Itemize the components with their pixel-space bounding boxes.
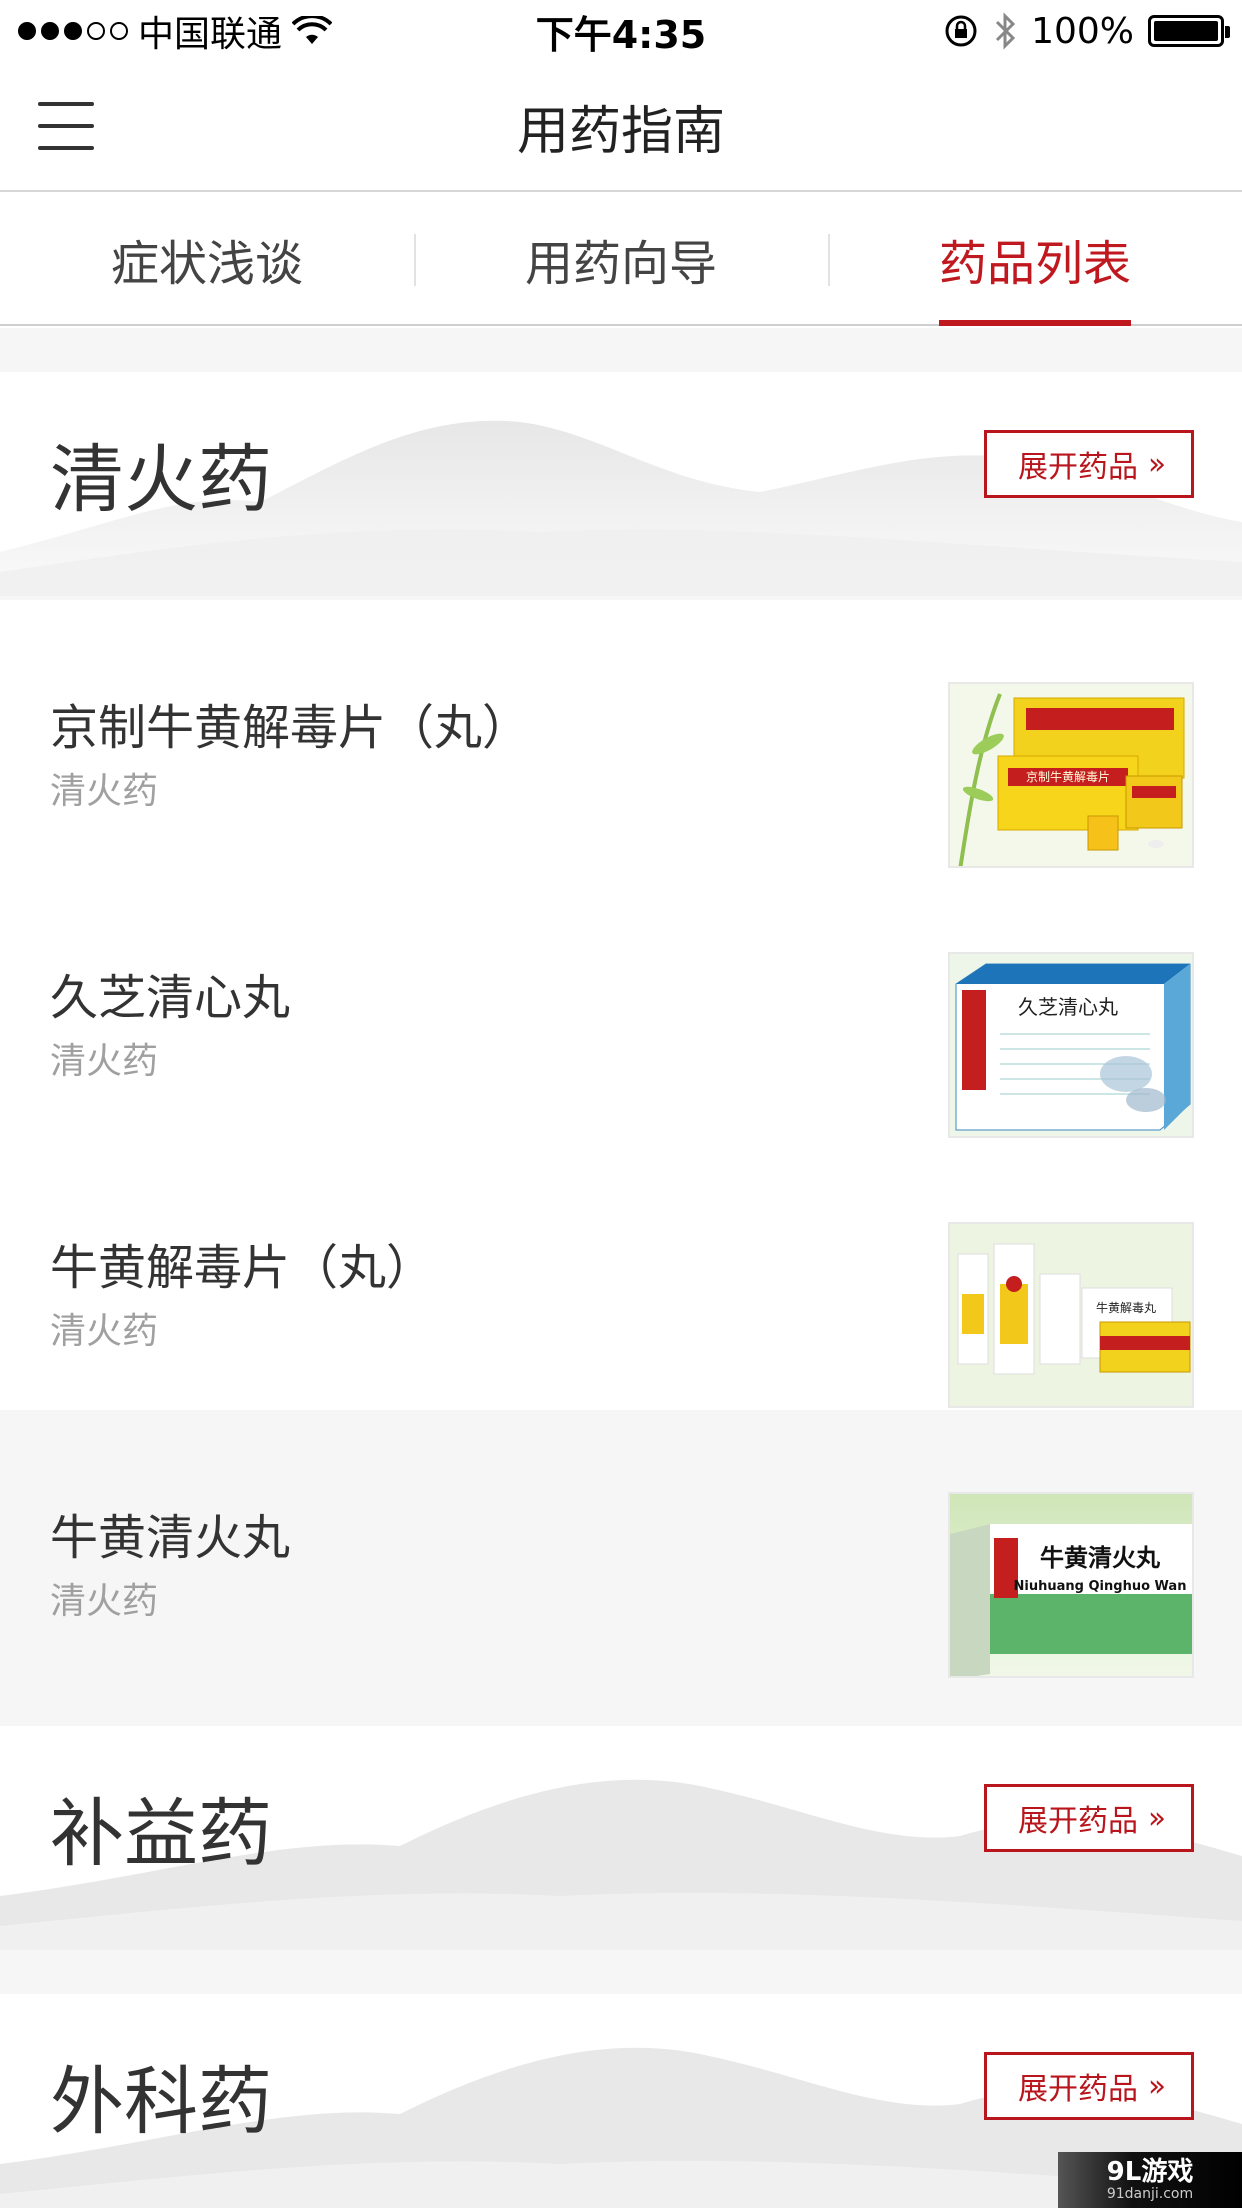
rotation-lock-icon: [945, 15, 977, 47]
drug-category: 清火药: [50, 771, 159, 812]
drug-image[interactable]: 久芝清心丸: [948, 952, 1194, 1138]
drug-list: 京制牛黄解毒片（丸） 清火药 京制牛黄解毒片 久芝清心丸 清火药 久芝清心丸 牛…: [0, 600, 1242, 1678]
watermark-main: 9L游戏: [1106, 2157, 1194, 2187]
tab-symptoms[interactable]: 症状浅谈: [0, 194, 414, 324]
tab-label: 症状浅谈: [110, 236, 303, 292]
drug-name: 京制牛黄解毒片（丸）: [50, 700, 531, 756]
drug-image-label: 牛黄清火丸: [1040, 1543, 1161, 1572]
drug-name: 牛黄清火丸: [50, 1510, 291, 1566]
expand-drugs-button[interactable]: 展开药品 ››: [984, 2052, 1194, 2120]
battery-fill: [1154, 21, 1218, 41]
tab-bar: 症状浅谈 用药向导 药品列表: [0, 194, 1242, 326]
hamburger-menu-icon[interactable]: [38, 102, 94, 150]
category-title: 补益药: [50, 1791, 272, 1877]
status-right: 100%: [943, 10, 1230, 52]
active-tab-indicator: [939, 320, 1131, 326]
site-watermark: 9L游戏 91danji.com: [1058, 2152, 1242, 2208]
status-left: 中国联通: [18, 5, 943, 57]
drug-item[interactable]: 牛黄解毒片（丸） 清火药 牛黄解毒丸: [0, 1140, 1242, 1410]
double-chevron-right-icon: ››: [1148, 2068, 1166, 2104]
double-chevron-right-icon: ››: [1148, 1800, 1166, 1836]
tab-label: 药品列表: [938, 236, 1131, 292]
battery-icon: [1148, 15, 1230, 47]
wifi-icon: [292, 16, 333, 44]
drug-item[interactable]: 久芝清心丸 清火药 久芝清心丸: [0, 870, 1242, 1140]
drug-item[interactable]: 京制牛黄解毒片（丸） 清火药 京制牛黄解毒片: [0, 600, 1242, 870]
expand-label: 展开药品: [1018, 2072, 1138, 2107]
signal-strength-icon: [18, 22, 128, 40]
drug-image[interactable]: 牛黄解毒丸: [948, 1222, 1194, 1408]
watermark-sub: 91danji.com: [1106, 2186, 1194, 2202]
page-title: 用药指南: [516, 101, 725, 162]
expand-drugs-button[interactable]: 展开药品 ››: [984, 430, 1194, 498]
category-header: 补益药 展开药品 ››: [0, 1726, 1242, 1950]
drug-image[interactable]: 京制牛黄解毒片: [948, 682, 1194, 868]
drug-image-label: 久芝清心丸: [1018, 995, 1118, 1019]
category-title: 清火药: [50, 437, 272, 523]
expand-label: 展开药品: [1018, 450, 1138, 485]
nav-bar: 用药指南: [0, 62, 1242, 192]
drug-name: 久芝清心丸: [50, 970, 291, 1026]
tab-drug-list[interactable]: 药品列表: [828, 194, 1242, 326]
category-header: 外科药 展开药品 ››: [0, 1994, 1242, 2208]
drug-list-content[interactable]: 清火药 展开药品 ›› 京制牛黄解毒片（丸） 清火药 京制牛黄解毒片 久芝清心丸…: [0, 328, 1242, 2208]
drug-category: 清火药: [50, 1041, 159, 1082]
expand-label: 展开药品: [1018, 1804, 1138, 1839]
bluetooth-icon: [996, 12, 1016, 50]
drug-category: 清火药: [50, 1311, 159, 1352]
drug-image-label: 牛黄解毒丸: [1096, 1300, 1156, 1315]
drug-name: 牛黄解毒片（丸）: [50, 1240, 435, 1296]
status-bar: 中国联通 下午4:35 100%: [0, 0, 1242, 62]
category-title: 外科药: [50, 2059, 272, 2145]
tab-medication-guide[interactable]: 用药向导: [414, 194, 828, 324]
tab-label: 用药向导: [524, 236, 717, 292]
drug-image[interactable]: 牛黄清火丸 Niuhuang Qinghuo Wan: [948, 1492, 1194, 1678]
drug-item[interactable]: 牛黄清火丸 清火药 牛黄清火丸 Niuhuang Qinghuo Wan: [0, 1410, 1242, 1680]
category-header: 清火药 展开药品 ››: [0, 372, 1242, 596]
carrier-label: 中国联通: [138, 14, 283, 55]
drug-category: 清火药: [50, 1581, 159, 1622]
battery-percent: 100%: [1031, 10, 1134, 52]
drug-image-label: 京制牛黄解毒片: [1026, 769, 1110, 784]
double-chevron-right-icon: ››: [1148, 446, 1166, 482]
expand-drugs-button[interactable]: 展开药品 ››: [984, 1784, 1194, 1852]
drug-image-label-en: Niuhuang Qinghuo Wan: [1014, 1579, 1187, 1594]
